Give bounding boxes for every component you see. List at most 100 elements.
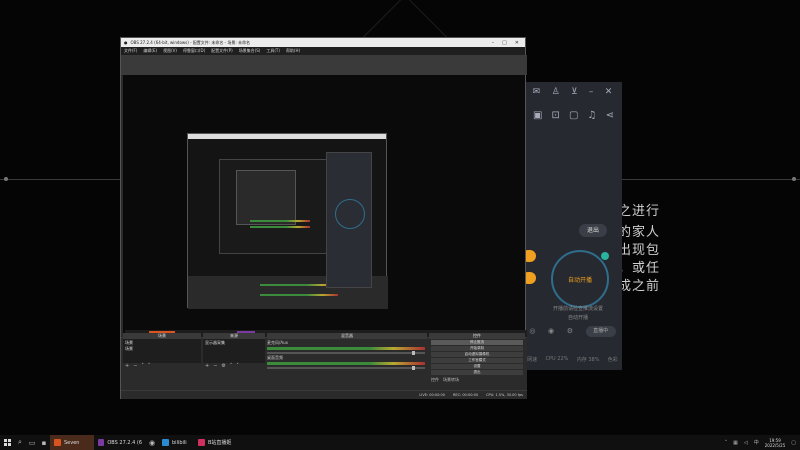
taskbar-item-bilibili[interactable]: bilibili [158,435,194,450]
nested-ring [335,199,365,229]
controls-dock: 控件 停止推流 开始录制 启动虚拟摄像机 工作室模式 设置 退出 控件 场景转场 [429,333,525,382]
volume-icon[interactable]: ◁ [744,440,748,446]
remove-icon[interactable]: − [133,363,137,369]
start-recording-button[interactable]: 开始录制 [431,346,523,351]
minimize-icon[interactable]: – [589,87,594,97]
network-icon[interactable]: ▦ [733,440,738,446]
menu-edit[interactable]: 编辑(E) [143,48,157,54]
live-status-pill[interactable]: 直播中 [585,325,616,337]
close-icon[interactable]: ✕ [515,40,519,46]
notification-icon[interactable]: ▢ [791,440,796,446]
cpu-fps: CPU: 1.5%, 30.00 fps [486,392,523,397]
taskbar-item-label: OBS 27.2.4 (64-bit)... [107,439,142,446]
stop-stream-button[interactable]: 停止推流 [431,340,523,345]
live-app-titlebar: ✉ ♙ ⊻ – ✕ [523,82,622,102]
controls-footer: 控件 场景转场 [429,377,525,383]
add-icon[interactable]: + [125,363,129,369]
menu-profile[interactable]: 配置文件(P) [211,48,233,54]
desktop-text-3: 出现包 [618,243,661,258]
tip-line-2: 自动开播 [567,315,588,321]
window-controls: – □ ✕ [492,40,522,46]
share-icon[interactable]: ⋖ [606,110,614,121]
task-view-icon[interactable]: ▭ [26,435,38,450]
stat-mem: 内存 38% [576,357,600,363]
taskbar-item-label: B站直播姬 [208,440,232,446]
live-app-stats: 网速 CPU 22% 内存 38% 色彩 [523,356,622,363]
app-icon [198,439,205,446]
obs-logo-icon: ● [124,40,128,45]
scene-item[interactable]: 场景 [125,346,199,352]
menu-view[interactable]: 视图(V) [163,48,177,54]
nested-titlebar [188,134,386,139]
transitions-tab[interactable]: 场景转场 [443,377,459,383]
minimize-icon[interactable]: – [492,40,495,46]
store-icon[interactable]: ▪ [38,435,50,450]
mixer-body: 麦克风/Aux 桌面音频 [267,339,427,370]
virtual-camera-button[interactable]: 启动虚拟摄像机 [431,352,523,357]
add-icon[interactable] [601,252,609,260]
taskbar-item-live[interactable]: B站直播姬 [194,435,240,450]
ime-icon[interactable]: 中 [754,439,759,446]
down-icon[interactable]: ˅ [236,363,239,369]
rec-timer: REC: 00:00:00 [452,392,479,397]
auto-live-ring[interactable]: 自动开播 [551,250,609,308]
nested-meter [250,226,310,228]
up-icon[interactable]: ˄ [141,363,144,369]
volume-slider[interactable] [267,366,425,370]
close-icon[interactable]: ✕ [605,87,613,97]
desktop-text-4: ，或任 [618,261,661,276]
obs-preview[interactable] [123,75,527,337]
down-icon[interactable]: ˅ [148,363,151,369]
box-icon[interactable]: ▣ [533,110,542,121]
chrome-icon[interactable]: ◉ [146,435,158,450]
remove-icon[interactable]: − [213,363,217,369]
tray-chevron-icon[interactable]: ˄ [725,440,728,446]
exit-button[interactable]: 退出 [579,224,607,237]
maximize-icon[interactable]: □ [502,40,507,46]
add-icon[interactable]: + [205,363,209,369]
obs-title: OBS 27.2.4 (64-bit, windows) - 配置文件: 未命名… [130,39,251,45]
app-icon [98,439,105,446]
preview-top-margin [121,55,527,75]
exit-button[interactable]: 退出 [431,370,523,375]
nested-meter [250,220,310,222]
controls-body: 停止推流 开始录制 启动虚拟摄像机 工作室模式 设置 退出 [429,339,525,377]
up-icon[interactable]: ˄ [230,363,233,369]
gift-icon[interactable]: ⊻ [571,87,578,97]
nested-live-app [326,152,372,288]
menu-scene-collection[interactable]: 场景集合(S) [239,48,261,54]
controls-tab[interactable]: 控件 [431,377,439,383]
desktop-text-2: 的家人 [618,225,661,240]
windows-logo-icon [3,439,11,446]
camera-icon[interactable]: ◎ [529,327,535,335]
bell-icon[interactable]: ♫ [588,110,597,121]
menu-file[interactable]: 文件(F) [124,48,137,54]
clock-date: 2022/5/25 [764,442,786,448]
settings-button[interactable]: 设置 [431,364,523,369]
gear-icon[interactable]: ⚙ [567,327,573,335]
live-app-window[interactable]: ✉ ♙ ⊻ – ✕ ▣ ⊡ ▢ ♫ ⋖ 退出 自动开播 开播前请检查推流设置 自… [522,82,622,370]
studio-mode-button[interactable]: 工作室模式 [431,358,523,363]
taskbar-clock[interactable]: 19:59 2022/5/25 [765,438,786,448]
source-item[interactable]: 显示器采集 [205,340,263,346]
start-button[interactable] [0,435,14,450]
nested-capture-deep [236,170,296,225]
nested-meter [260,294,338,296]
volume-slider[interactable] [267,351,425,355]
lock-icon[interactable]: ⊡ [552,110,560,121]
shirt-icon[interactable]: ♙ [552,87,560,97]
menu-docks[interactable]: 停靠窗口(D) [183,48,205,54]
mail-icon[interactable]: ✉ [533,87,541,97]
obs-window[interactable]: ● OBS 27.2.4 (64-bit, windows) - 配置文件: 未… [120,37,527,399]
gear-icon[interactable]: ⚙ [221,363,225,369]
auto-live-label: 自动开播 [567,276,592,284]
app-icon [162,439,169,446]
taskbar-item-obs[interactable]: OBS 27.2.4 (64-bit)... [94,435,146,450]
menu-tools[interactable]: 工具(T) [266,48,280,54]
taskbar-item-seven[interactable]: Seven [50,435,94,450]
menu-help[interactable]: 帮助(H) [286,48,300,54]
mixer-dock: 混音器 麦克风/Aux 桌面音频 [267,333,427,373]
chat-icon[interactable]: ▢ [569,110,578,121]
eye-icon[interactable]: ◉ [548,327,554,335]
search-icon[interactable]: ⌕ [14,435,26,450]
